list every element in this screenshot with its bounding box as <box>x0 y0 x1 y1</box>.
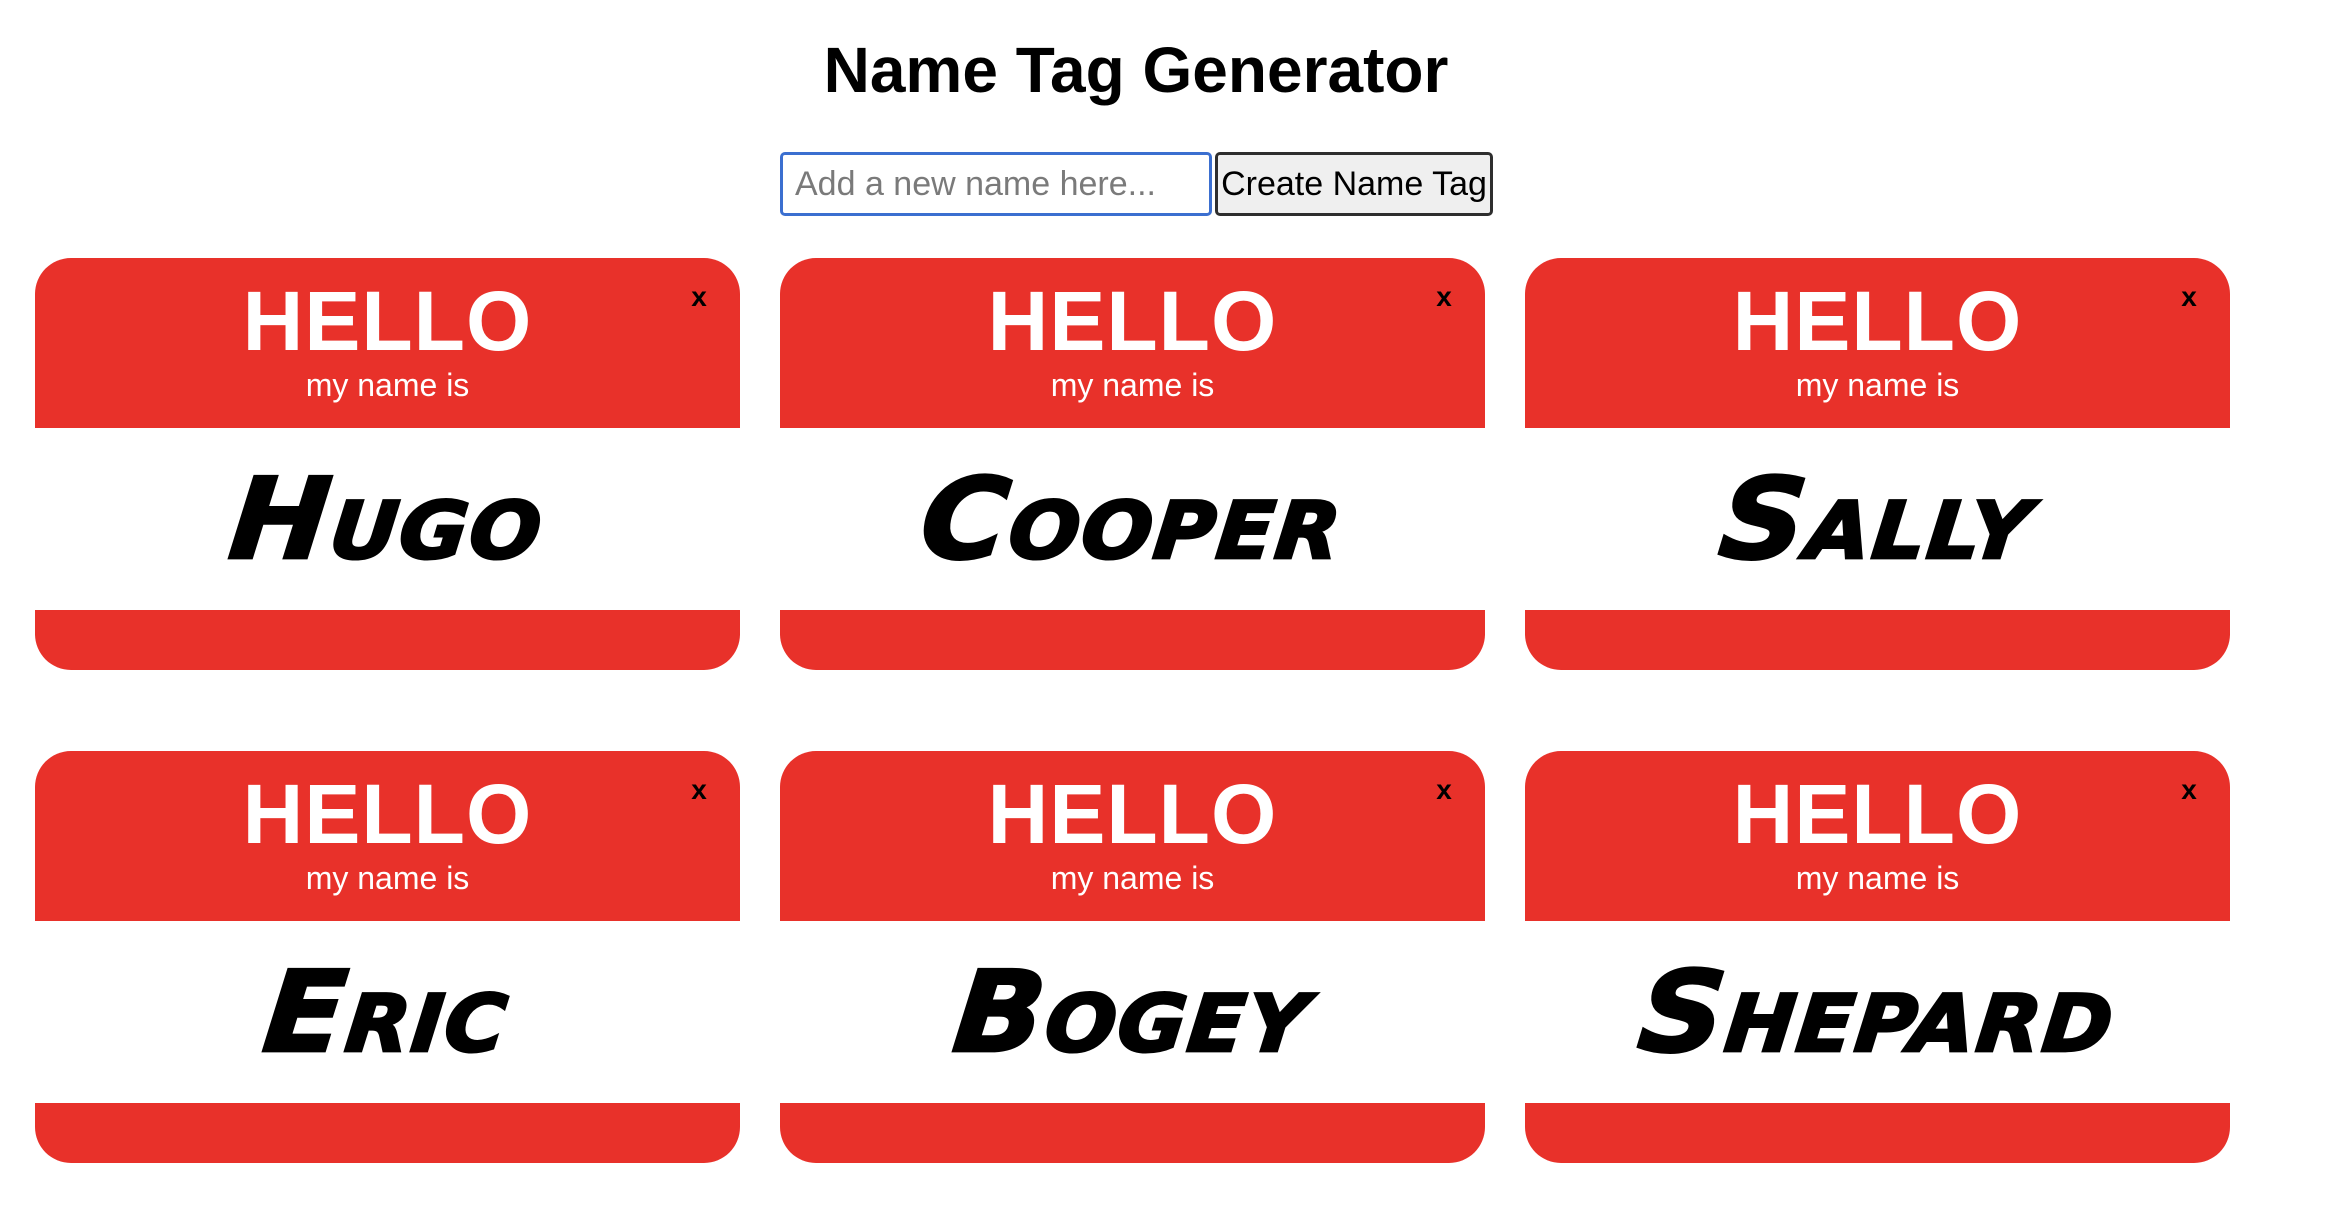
tag-hello-text: HELLO <box>242 274 533 368</box>
close-tag-button[interactable]: x <box>684 282 714 312</box>
tag-subtitle: my name is <box>305 367 470 403</box>
tag-body: Bogey <box>780 921 1485 1103</box>
tag-hello-text: HELLO <box>1732 274 2023 368</box>
tag-hello-text: HELLO <box>987 274 1278 368</box>
tag-header: HELLO my name is <box>1525 258 2230 428</box>
name-tag: x HELLO my name is Hugo <box>35 258 740 670</box>
tag-hello-text: HELLO <box>242 767 533 861</box>
tag-header: HELLO my name is <box>1525 751 2230 921</box>
tag-header: HELLO my name is <box>780 258 1485 428</box>
name-tag: x HELLO my name is Shepard <box>1525 751 2230 1163</box>
name-tags-grid: x HELLO my name is Hugo x HELLO my name … <box>35 258 2230 1163</box>
tag-name: Cooper <box>914 452 1352 586</box>
tag-body: Shepard <box>1525 921 2230 1103</box>
tag-subtitle: my name is <box>1050 367 1215 403</box>
tag-name: Sally <box>1713 452 2042 586</box>
name-tag: x HELLO my name is Bogey <box>780 751 1485 1163</box>
tag-body: Cooper <box>780 428 1485 610</box>
tag-subtitle: my name is <box>1050 860 1215 896</box>
close-tag-button[interactable]: x <box>1429 775 1459 805</box>
name-tag-form: Create Name Tag <box>780 152 1493 216</box>
name-tag: x HELLO my name is Cooper <box>780 258 1485 670</box>
tag-hello-text: HELLO <box>987 767 1278 861</box>
name-tag: x HELLO my name is Eric <box>35 751 740 1163</box>
tag-name: Shepard <box>1631 945 2123 1079</box>
tag-name: Eric <box>257 945 518 1079</box>
tag-subtitle: my name is <box>1795 860 1960 896</box>
tag-name: Hugo <box>223 452 553 586</box>
page-title: Name Tag Generator <box>823 34 1449 106</box>
tag-hello-text: HELLO <box>1732 767 2023 861</box>
tag-subtitle: my name is <box>1795 367 1960 403</box>
create-name-tag-button[interactable]: Create Name Tag <box>1215 152 1493 216</box>
close-tag-button[interactable]: x <box>2174 282 2204 312</box>
tag-body: Hugo <box>35 428 740 610</box>
tag-body: Sally <box>1525 428 2230 610</box>
tag-header: HELLO my name is <box>780 751 1485 921</box>
tag-body: Eric <box>35 921 740 1103</box>
tag-subtitle: my name is <box>305 860 470 896</box>
name-input[interactable] <box>780 152 1212 216</box>
close-tag-button[interactable]: x <box>1429 282 1459 312</box>
tag-header: HELLO my name is <box>35 751 740 921</box>
tag-header: HELLO my name is <box>35 258 740 428</box>
name-tag: x HELLO my name is Sally <box>1525 258 2230 670</box>
close-tag-button[interactable]: x <box>2174 775 2204 805</box>
close-tag-button[interactable]: x <box>684 775 714 805</box>
tag-name: Bogey <box>946 945 1318 1079</box>
